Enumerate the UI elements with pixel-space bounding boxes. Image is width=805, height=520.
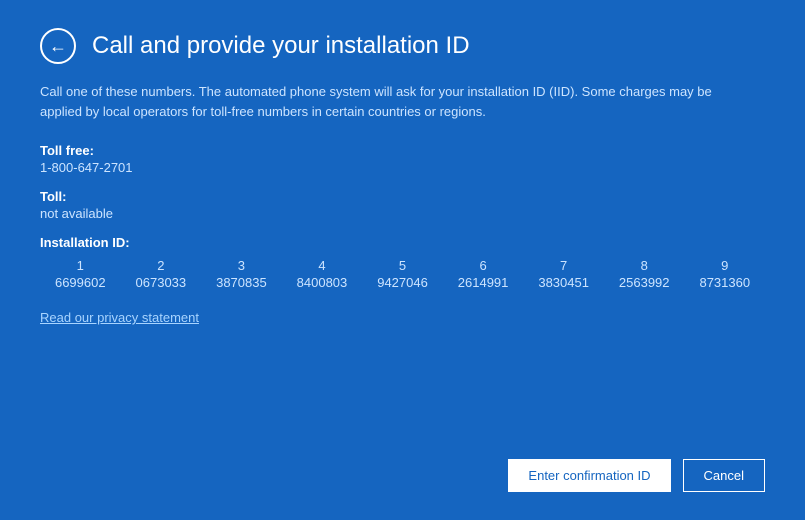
id-header-cell: 8 [604,258,685,273]
id-value-cell: 3870835 [201,275,282,290]
toll-section: Toll: not available [40,189,765,221]
back-arrow-icon: ← [49,37,67,55]
toll-free-label: Toll free: [40,143,765,158]
id-values-row: 6699602067303338708358400803942704626149… [40,275,765,290]
id-value-cell: 9427046 [362,275,443,290]
cancel-button[interactable]: Cancel [683,459,765,492]
back-button[interactable]: ← [40,28,76,64]
id-header-cell: 2 [121,258,202,273]
footer: Enter confirmation ID Cancel [40,443,765,492]
id-value-cell: 2563992 [604,275,685,290]
privacy-link[interactable]: Read our privacy statement [40,310,765,325]
confirm-button[interactable]: Enter confirmation ID [508,459,670,492]
id-value-cell: 8731360 [685,275,766,290]
id-header-cell: 9 [685,258,766,273]
id-headers-row: 123456789 [40,258,765,273]
installation-id-table: 123456789 669960206730333870835840080394… [40,258,765,290]
main-container: ← Call and provide your installation ID … [0,0,805,520]
id-header-cell: 7 [523,258,604,273]
id-header-cell: 3 [201,258,282,273]
description-text: Call one of these numbers. The automated… [40,82,740,121]
id-header-cell: 1 [40,258,121,273]
id-value-cell: 8400803 [282,275,363,290]
installation-id-section: Installation ID: 123456789 6699602067303… [40,235,765,290]
id-value-cell: 6699602 [40,275,121,290]
toll-label: Toll: [40,189,765,204]
toll-value: not available [40,206,765,221]
page-title: Call and provide your installation ID [92,32,470,60]
installation-id-label: Installation ID: [40,235,765,250]
toll-free-section: Toll free: 1-800-647-2701 [40,143,765,175]
id-header-cell: 5 [362,258,443,273]
toll-free-value: 1-800-647-2701 [40,160,765,175]
id-header-cell: 6 [443,258,524,273]
id-value-cell: 2614991 [443,275,524,290]
header: ← Call and provide your installation ID [40,28,765,64]
id-value-cell: 0673033 [121,275,202,290]
id-header-cell: 4 [282,258,363,273]
id-value-cell: 3830451 [523,275,604,290]
